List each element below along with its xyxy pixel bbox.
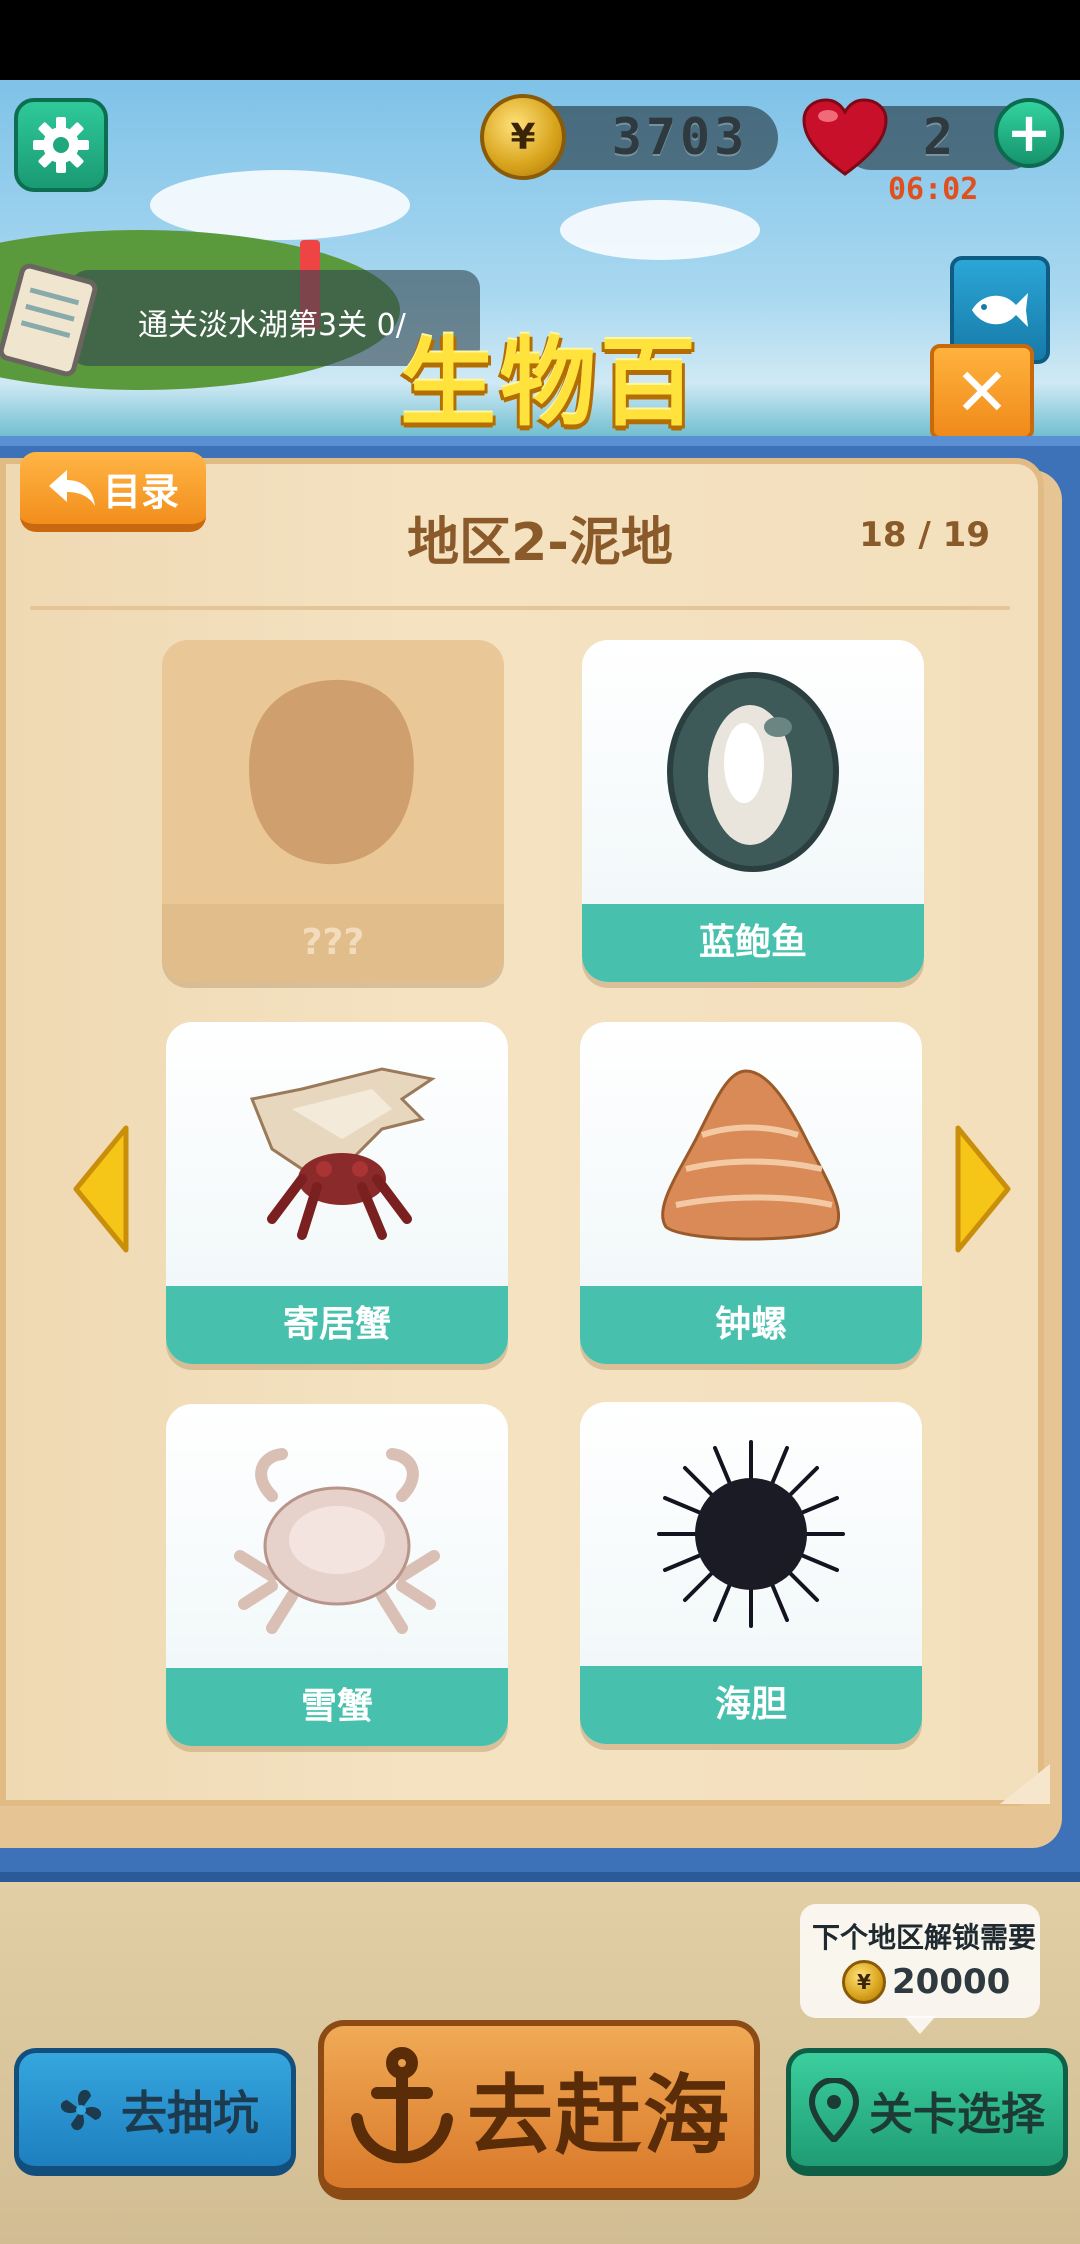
creature-name: 寄居蟹 [166, 1286, 508, 1364]
back-label: 目录 [102, 469, 179, 514]
plus-icon: + [1006, 101, 1052, 164]
creature-card[interactable]: 海胆 [580, 1402, 922, 1744]
unknown-silhouette-icon [249, 679, 414, 865]
sea-urchin-icon [657, 1440, 845, 1628]
next-page-arrow-icon[interactable] [954, 1124, 1012, 1254]
hermit-crab-icon [249, 1067, 436, 1240]
creature-card[interactable]: ??? [162, 640, 504, 982]
quest-text: 通关淡水湖第3关 0/ [138, 308, 406, 343]
settings-button[interactable] [14, 98, 108, 192]
creature-name: ??? [162, 904, 504, 982]
region-title: 地区2-泥地 [407, 513, 673, 573]
level-select-button[interactable]: 关卡选择 [786, 2048, 1068, 2176]
coin-icon: ¥ [480, 94, 566, 180]
creature-card[interactable]: 寄居蟹 [166, 1022, 508, 1364]
title-divider [30, 606, 1010, 610]
unlock-tooltip-tail [904, 2016, 936, 2034]
creature-name: 海胆 [580, 1666, 922, 1744]
creature-name: 钟螺 [580, 1286, 922, 1364]
back-arrow-icon [48, 470, 95, 506]
coin-icon: ¥ [842, 1960, 886, 2004]
snow-crab-icon [234, 1448, 440, 1634]
gear-icon [33, 117, 89, 173]
back-to-contents-button[interactable]: 目录 [20, 452, 206, 532]
fish-icon [972, 293, 1028, 327]
creature-card[interactable]: 钟螺 [580, 1022, 922, 1364]
unlock-text: 下个地区解锁需要 [811, 1921, 1036, 1954]
go-beachcombing-label: 去赶海 [467, 2065, 731, 2166]
lottery-label: 去抽坑 [121, 2085, 259, 2140]
location-pin-icon [809, 2077, 859, 2142]
creature-name: 雪蟹 [166, 1668, 508, 1746]
close-icon: ✕ [954, 353, 1010, 431]
collection-progress: 18 / 19 [859, 515, 990, 555]
level-select-label: 关卡选择 [869, 2088, 1045, 2140]
creature-card[interactable]: 蓝鲍鱼 [582, 640, 924, 982]
lives-amount: 2 [922, 108, 958, 166]
add-lives-button[interactable]: + [994, 98, 1064, 168]
pinwheel-icon [60, 2089, 102, 2130]
unlock-cost: 20000 [892, 1962, 1011, 2002]
go-beachcombing-button[interactable]: 去赶海 [318, 2020, 760, 2200]
lottery-button[interactable]: 去抽坑 [14, 2048, 296, 2176]
top-snail-icon [661, 1069, 841, 1241]
status-bar [0, 0, 1080, 80]
anchor-icon [351, 2047, 453, 2164]
creature-card[interactable]: 雪蟹 [166, 1404, 508, 1746]
heart-icon [802, 98, 888, 176]
abalone-icon [667, 672, 839, 872]
close-button[interactable]: ✕ [930, 344, 1034, 440]
coin-amount: 3703 [611, 108, 749, 166]
life-timer: 06:02 [888, 172, 979, 207]
previous-page-arrow-icon[interactable] [72, 1124, 130, 1254]
creature-name: 蓝鲍鱼 [582, 904, 924, 982]
